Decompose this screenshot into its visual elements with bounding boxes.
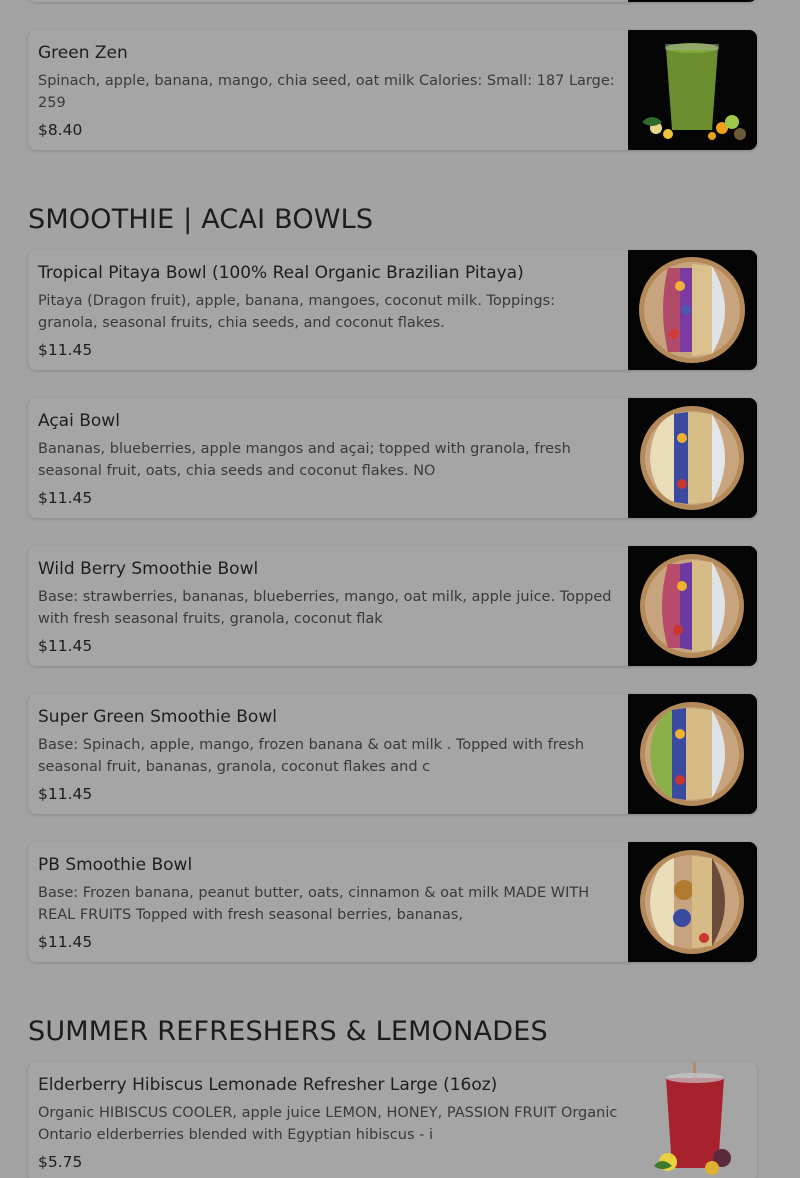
section-title-smoothie-bowls: SMOOTHIE | ACAI BOWLS	[28, 204, 374, 235]
item-name: Green Zen	[38, 43, 128, 63]
hibiscus-drink-image	[628, 1062, 757, 1178]
item-price: $11.45	[38, 489, 93, 507]
acai-bowl-image	[628, 398, 757, 518]
item-price: $8.40	[38, 121, 83, 139]
item-name: Elderberry Hibiscus Lemonade Refresher L…	[38, 1075, 498, 1095]
acai-bowl-image	[628, 546, 757, 666]
item-description: Organic HIBISCUS COOLER, apple juice LEM…	[38, 1105, 618, 1143]
menu-item-acai-bowl[interactable]: Açai Bowl Bananas, blueberries, apple ma…	[28, 398, 757, 518]
menu-item-green-zen[interactable]: Green Zen Spinach, apple, banana, mango,…	[28, 30, 757, 150]
item-price: $11.45	[38, 341, 93, 359]
item-name: PB Smoothie Bowl	[38, 855, 193, 875]
item-name: Wild Berry Smoothie Bowl	[38, 559, 259, 579]
item-price: $11.45	[38, 637, 93, 655]
previous-item-image	[628, 0, 757, 2]
acai-bowl-image	[628, 250, 757, 370]
menu-item-wild-berry-smoothie-bowl[interactable]: Wild Berry Smoothie Bowl Base: strawberr…	[28, 546, 757, 666]
menu-item-pb-smoothie-bowl[interactable]: PB Smoothie Bowl Base: Frozen banana, pe…	[28, 842, 757, 962]
item-description: Base: strawberries, bananas, blueberries…	[38, 589, 612, 627]
pb-bowl-image	[628, 842, 757, 962]
item-description: Base: Frozen banana, peanut butter, oats…	[38, 885, 590, 923]
item-name: Tropical Pitaya Bowl (100% Real Organic …	[38, 263, 524, 283]
menu-page: Green Zen Spinach, apple, banana, mango,…	[0, 0, 800, 1178]
item-name: Super Green Smoothie Bowl	[38, 707, 277, 727]
previous-item-card[interactable]	[28, 0, 757, 2]
item-price: $11.45	[38, 933, 93, 951]
acai-bowl-image	[628, 694, 757, 814]
item-price: $11.45	[38, 785, 93, 803]
section-title-refreshers: SUMMER REFRESHERS & LEMONADES	[28, 1016, 548, 1047]
item-description: Pitaya (Dragon fruit), apple, banana, ma…	[38, 293, 556, 331]
item-description: Base: Spinach, apple, mango, frozen bana…	[38, 737, 585, 775]
menu-item-tropical-pitaya-bowl[interactable]: Tropical Pitaya Bowl (100% Real Organic …	[28, 250, 757, 370]
item-name: Açai Bowl	[38, 411, 120, 431]
green-smoothie-image	[628, 30, 757, 150]
item-description: Spinach, apple, banana, mango, chia seed…	[38, 73, 615, 111]
item-price: $5.75	[38, 1153, 83, 1171]
menu-item-super-green-smoothie-bowl[interactable]: Super Green Smoothie Bowl Base: Spinach,…	[28, 694, 757, 814]
menu-item-elderberry-hibiscus-lemonade[interactable]: Elderberry Hibiscus Lemonade Refresher L…	[28, 1062, 757, 1178]
item-description: Bananas, blueberries, apple mangos and a…	[38, 441, 571, 479]
